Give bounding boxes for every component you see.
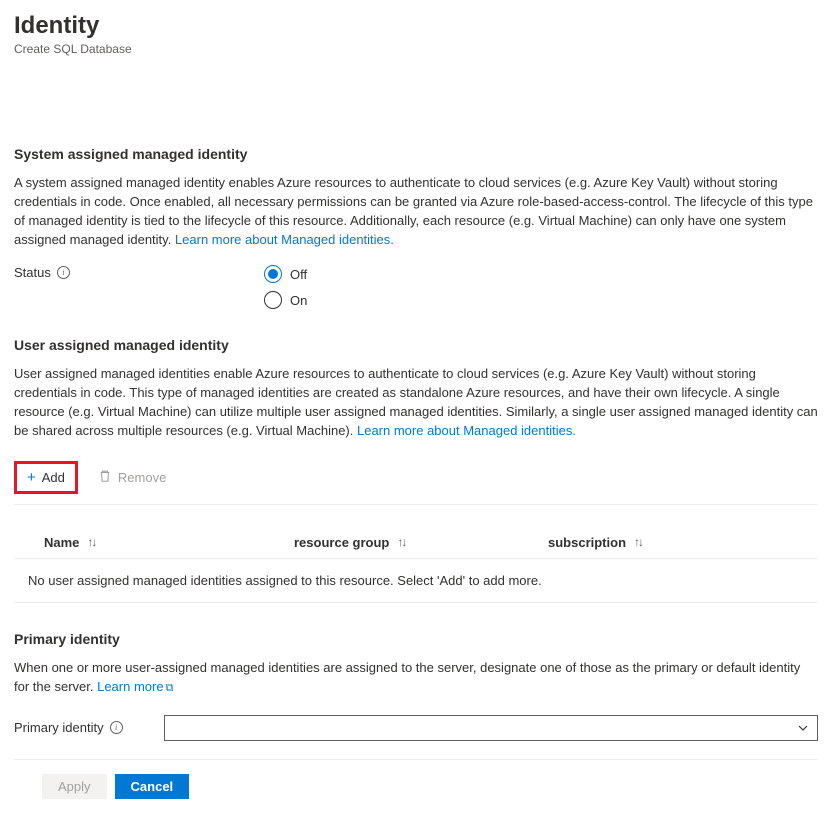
add-button-label: Add (42, 470, 65, 485)
radio-icon (264, 265, 282, 283)
col-rg-label: resource group (294, 535, 389, 550)
column-header-resource-group[interactable]: resource group ↑↓ (294, 535, 548, 550)
sort-icon: ↑↓ (87, 535, 95, 549)
add-button[interactable]: + Add (21, 466, 71, 489)
status-label: Status i (14, 265, 264, 280)
add-button-highlight: + Add (14, 461, 78, 494)
table-header-row: Name ↑↓ resource group ↑↓ subscription ↑… (14, 527, 818, 559)
trash-icon (98, 469, 112, 486)
status-radio-on[interactable]: On (264, 291, 307, 309)
status-radio-group: Off On (264, 265, 307, 309)
cancel-button[interactable]: Cancel (115, 774, 190, 799)
column-header-subscription[interactable]: subscription ↑↓ (548, 535, 818, 550)
user-assigned-heading: User assigned managed identity (14, 337, 818, 353)
primary-identity-heading: Primary identity (14, 631, 818, 647)
system-learn-more-link[interactable]: Learn more about Managed identities. (175, 232, 394, 247)
system-assigned-heading: System assigned managed identity (14, 146, 818, 162)
radio-label-off: Off (290, 267, 307, 282)
table-empty-message: No user assigned managed identities assi… (14, 559, 818, 603)
status-label-text: Status (14, 265, 51, 280)
info-icon[interactable]: i (57, 266, 70, 279)
column-header-name[interactable]: Name ↑↓ (44, 535, 294, 550)
chevron-down-icon (797, 722, 809, 734)
page-subtitle: Create SQL Database (14, 42, 818, 56)
radio-icon (264, 291, 282, 309)
info-icon[interactable]: i (110, 721, 123, 734)
primary-identity-dropdown[interactable] (164, 715, 818, 741)
col-sub-label: subscription (548, 535, 626, 550)
primary-identity-label: Primary identity i (14, 720, 164, 735)
primary-identity-description: When one or more user-assigned managed i… (14, 659, 818, 697)
action-buttons: Apply Cancel (14, 774, 818, 799)
primary-link-text: Learn more (97, 679, 163, 694)
col-name-label: Name (44, 535, 79, 550)
primary-learn-more-link[interactable]: Learn more⧉ (97, 679, 173, 694)
user-identity-toolbar: + Add Remove (14, 457, 818, 505)
system-assigned-description: A system assigned managed identity enabl… (14, 174, 818, 249)
user-assigned-description: User assigned managed identities enable … (14, 365, 818, 440)
radio-label-on: On (290, 293, 307, 308)
identity-table: Name ↑↓ resource group ↑↓ subscription ↑… (14, 527, 818, 603)
sort-icon: ↑↓ (397, 535, 405, 549)
system-assigned-desc-text: A system assigned managed identity enabl… (14, 175, 813, 247)
popout-icon: ⧉ (166, 681, 174, 697)
sort-icon: ↑↓ (634, 535, 642, 549)
apply-button: Apply (42, 774, 107, 799)
remove-button-label: Remove (118, 470, 166, 485)
status-radio-off[interactable]: Off (264, 265, 307, 283)
user-learn-more-link[interactable]: Learn more about Managed identities. (357, 423, 576, 438)
remove-button: Remove (92, 465, 172, 490)
primary-identity-label-text: Primary identity (14, 720, 104, 735)
plus-icon: + (27, 470, 36, 485)
page-title: Identity (14, 12, 818, 40)
